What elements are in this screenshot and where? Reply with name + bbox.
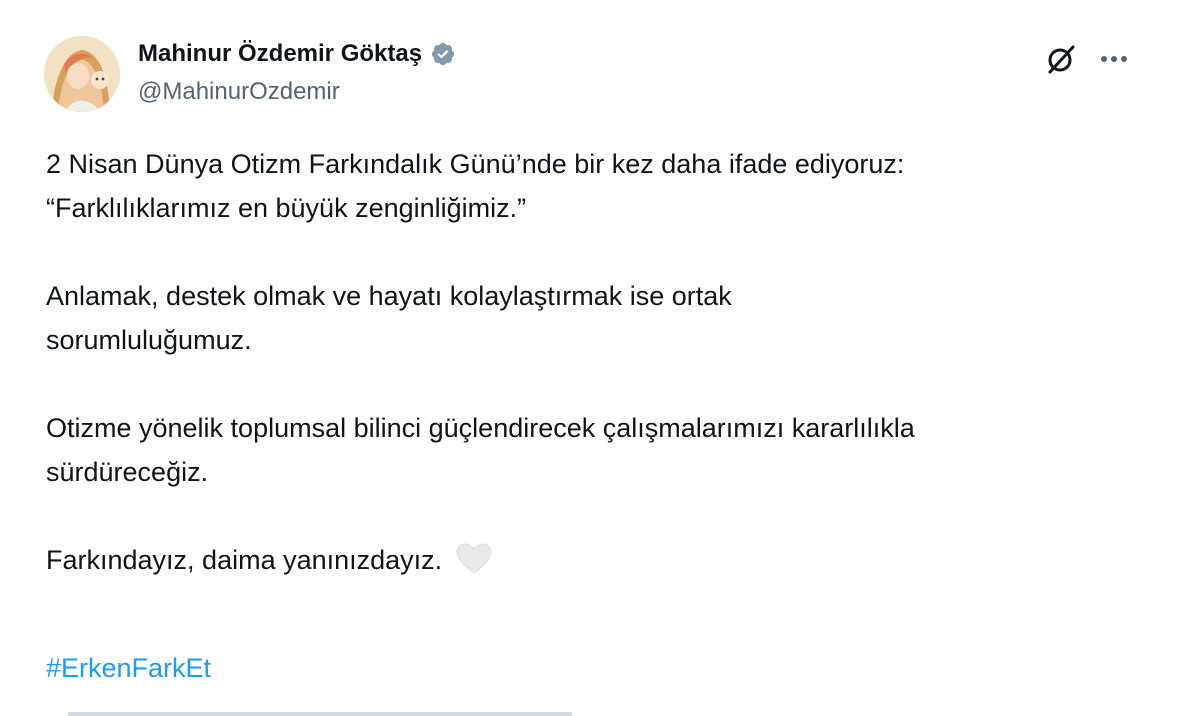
tweet-line: sorumluluğumuz. — [46, 325, 252, 355]
tweet-line: Anlamak, destek olmak ve hayatı kolaylaş… — [46, 281, 732, 311]
more-options-icon[interactable] — [1098, 52, 1132, 66]
tweet-line: “Farklılıklarımız en büyük zenginliğimiz… — [46, 193, 527, 223]
author-name-row: Mahinur Özdemir Göktaş — [138, 40, 456, 68]
author-display-name[interactable]: Mahinur Özdemir Göktaş — [138, 40, 422, 68]
white-heart-icon — [456, 543, 492, 575]
tweet-paragraph-4: Farkındayız, daima yanınızdayız. — [46, 538, 1146, 582]
verified-badge-icon[interactable] — [430, 41, 456, 67]
tweet-card: Mahinur Özdemir Göktaş @MahinurOzdemir 2… — [0, 0, 1165, 716]
tweet-line: sürdüreceğiz. — [46, 457, 209, 487]
hashtag-link[interactable]: #ErkenFarkEt — [46, 646, 211, 690]
author-avatar[interactable] — [44, 36, 120, 112]
avatar-image — [44, 36, 120, 112]
tweet-paragraph-2: Anlamak, destek olmak ve hayatı kolaylaş… — [46, 274, 1146, 362]
page-margin — [1164, 0, 1200, 716]
media-preview-edge[interactable] — [68, 712, 572, 716]
tweet-line: 2 Nisan Dünya Otizm Farkındalık Günü’nde… — [46, 149, 905, 179]
tweet-paragraph-1: 2 Nisan Dünya Otizm Farkındalık Günü’nde… — [46, 142, 1146, 230]
tweet-line: Farkındayız, daima yanınızdayız. — [46, 545, 443, 575]
tweet-text: 2 Nisan Dünya Otizm Farkındalık Günü’nde… — [46, 142, 1146, 626]
tweet-line: Otizme yönelik toplumsal bilinci güçlend… — [46, 413, 915, 443]
grok-icon[interactable] — [1044, 42, 1078, 76]
tweet-paragraph-3: Otizme yönelik toplumsal bilinci güçlend… — [46, 406, 1146, 494]
author-handle[interactable]: @MahinurOzdemir — [138, 78, 340, 106]
